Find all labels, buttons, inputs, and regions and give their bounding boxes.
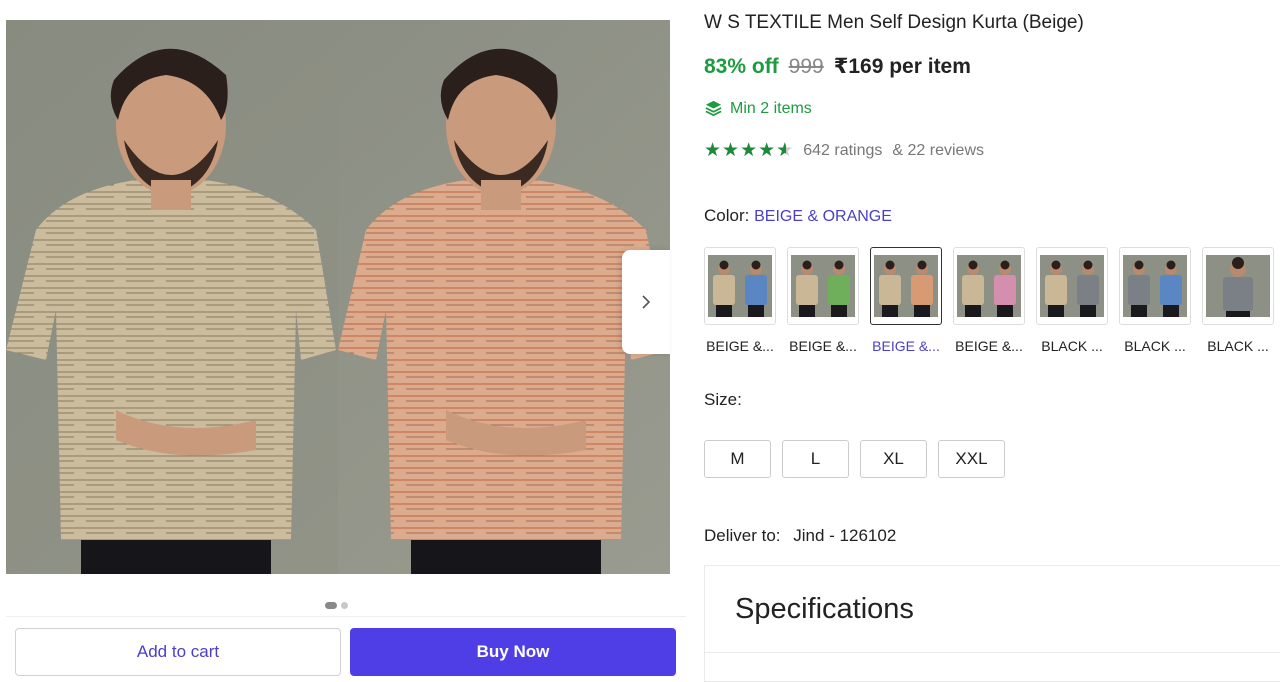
star-icon: ★ [722, 140, 740, 161]
star-icon: ★ [740, 140, 758, 161]
size-option-l[interactable]: L [782, 440, 849, 478]
size-option-m[interactable]: M [704, 440, 771, 478]
swatch-thumbnail [1119, 247, 1191, 325]
original-price: 999 [788, 55, 824, 78]
selected-color: BEIGE & ORANGE [754, 208, 892, 225]
color-swatch[interactable]: BLACK ... [1036, 247, 1108, 354]
swatch-label: BEIGE &... [955, 338, 1023, 354]
specifications-title: Specifications [735, 593, 914, 625]
swatch-image [957, 255, 1021, 317]
min-items-info: Min 2 items [704, 99, 812, 118]
carousel-dot-2[interactable] [341, 602, 348, 609]
swatch-thumbnail [870, 247, 942, 325]
swatch-thumbnail [704, 247, 776, 325]
color-swatch[interactable]: BEIGE &... [704, 247, 776, 354]
deliver-label: Deliver to: [704, 526, 781, 545]
price-row: 83% off 999 ₹169 per item [704, 54, 971, 79]
carousel-dot-1[interactable] [325, 602, 337, 609]
color-swatch[interactable]: BEIGE &... [953, 247, 1025, 354]
reviews-count: & 22 reviews [892, 141, 984, 159]
color-swatch[interactable]: BEIGE &... [870, 247, 942, 354]
swatch-image [874, 255, 938, 317]
color-heading: Color: BEIGE & ORANGE [704, 206, 892, 226]
next-image-button[interactable] [622, 250, 670, 354]
product-photo [6, 20, 670, 574]
delivery-location: Jind - 126102 [793, 526, 897, 545]
swatch-image [791, 255, 855, 317]
swatch-thumbnail [1036, 247, 1108, 325]
selling-price: ₹169 per item [833, 55, 971, 78]
swatch-image [1123, 255, 1187, 317]
swatch-label: BEIGE &... [789, 338, 857, 354]
swatch-image [1040, 255, 1104, 317]
rating-row[interactable]: ★ ★ ★ ★ ★ 642 ratings & 22 reviews [704, 141, 984, 160]
swatch-thumbnail [953, 247, 1025, 325]
swatch-label: BLACK ... [1041, 338, 1103, 354]
action-bar: Add to cart Buy Now [6, 616, 686, 682]
star-icon: ★ [704, 140, 722, 161]
carousel-dots [325, 602, 348, 609]
half-star-icon: ★ [776, 141, 793, 160]
swatch-image [708, 255, 772, 317]
size-options: M L XL XXL [704, 440, 1005, 478]
ratings-count: 642 ratings [803, 141, 883, 159]
size-option-xl[interactable]: XL [860, 440, 927, 478]
size-option-xxl[interactable]: XXL [938, 440, 1005, 478]
color-label: Color: [704, 206, 750, 225]
layers-icon [705, 100, 722, 117]
size-heading: Size: [704, 390, 742, 409]
product-image[interactable] [6, 20, 670, 574]
color-swatch[interactable]: BLACK ... [1119, 247, 1191, 354]
discount-label: 83% off [704, 55, 779, 78]
swatch-label: BEIGE &... [872, 338, 940, 354]
color-swatches: BEIGE &... BEIGE &... BEIGE &... BEIGE &...… [704, 247, 1274, 354]
star-icon: ★ [758, 140, 776, 161]
swatch-thumbnail [1202, 247, 1274, 325]
swatch-thumbnail [787, 247, 859, 325]
swatch-image [1206, 255, 1270, 317]
product-details: W S TEXTILE Men Self Design Kurta (Beige… [704, 0, 1280, 682]
specifications-card: Specifications [704, 565, 1280, 682]
chevron-right-icon [642, 295, 651, 309]
min-items-text: Min 2 items [730, 99, 812, 117]
buy-now-button[interactable]: Buy Now [350, 628, 676, 676]
swatch-label: BLACK ... [1207, 338, 1269, 354]
color-swatch[interactable]: BLACK ... [1202, 247, 1274, 354]
star-rating: ★ ★ ★ ★ ★ [704, 141, 793, 160]
product-title: W S TEXTILE Men Self Design Kurta (Beige… [704, 12, 1084, 33]
product-gallery: Add to cart Buy Now [0, 0, 690, 682]
swatch-label: BLACK ... [1124, 338, 1186, 354]
delivery-info[interactable]: Deliver to: Jind - 126102 [704, 526, 896, 546]
divider [705, 652, 1280, 653]
swatch-label: BEIGE &... [706, 338, 774, 354]
add-to-cart-button[interactable]: Add to cart [15, 628, 341, 676]
color-swatch[interactable]: BEIGE &... [787, 247, 859, 354]
